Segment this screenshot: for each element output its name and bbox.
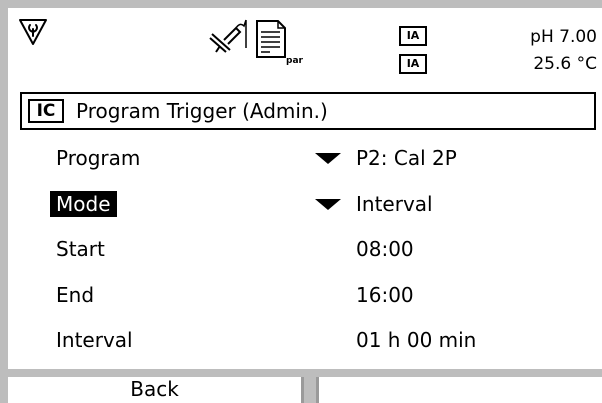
temperature-value: 25.6 °C [533,54,597,74]
ic-badge: IC [28,99,64,123]
ia-indicator-bottom: IA [399,54,427,74]
row-end[interactable]: End 16:00 [8,277,602,317]
row-interval[interactable]: Interval 01 h 00 min [8,322,602,362]
page-title: Program Trigger (Admin.) [76,99,328,123]
wrench-triangle-icon [19,19,47,45]
row-label: Start [56,237,105,261]
row-label: End [56,283,95,307]
device-screen: par IA IA pH 7.00 25.6 °C IC Program Tri… [8,8,602,403]
row-value[interactable]: Interval [356,191,433,217]
row-mode[interactable]: Mode Interval [8,186,602,226]
dropdown-triangle-icon[interactable] [315,153,341,164]
row-value[interactable]: 01 h 00 min [356,327,476,353]
row-start[interactable]: Start 08:00 [8,231,602,271]
status-bar: par IA IA pH 7.00 25.6 °C [8,8,602,90]
dropdown-triangle-icon[interactable] [315,199,341,210]
softkey-bar: Back [8,369,602,403]
row-value[interactable]: 08:00 [356,236,414,262]
row-label: Program [56,146,141,170]
back-label: Back [130,377,179,401]
doc-label: par [286,56,303,66]
sensor-probe-icon [209,19,247,53]
right-softkey[interactable] [316,377,602,403]
row-value[interactable]: P2: Cal 2P [356,145,457,171]
menu-title-bar: IC Program Trigger (Admin.) [20,92,596,130]
row-label: Interval [56,328,133,352]
back-softkey[interactable]: Back [8,377,304,403]
row-program[interactable]: Program P2: Cal 2P [8,140,602,180]
ia-indicator-top: IA [399,26,427,46]
ph-value: pH 7.00 [530,27,597,47]
row-value[interactable]: 16:00 [356,282,414,308]
row-label-selected: Mode [50,191,117,217]
parameter-document-icon: par [256,20,303,72]
